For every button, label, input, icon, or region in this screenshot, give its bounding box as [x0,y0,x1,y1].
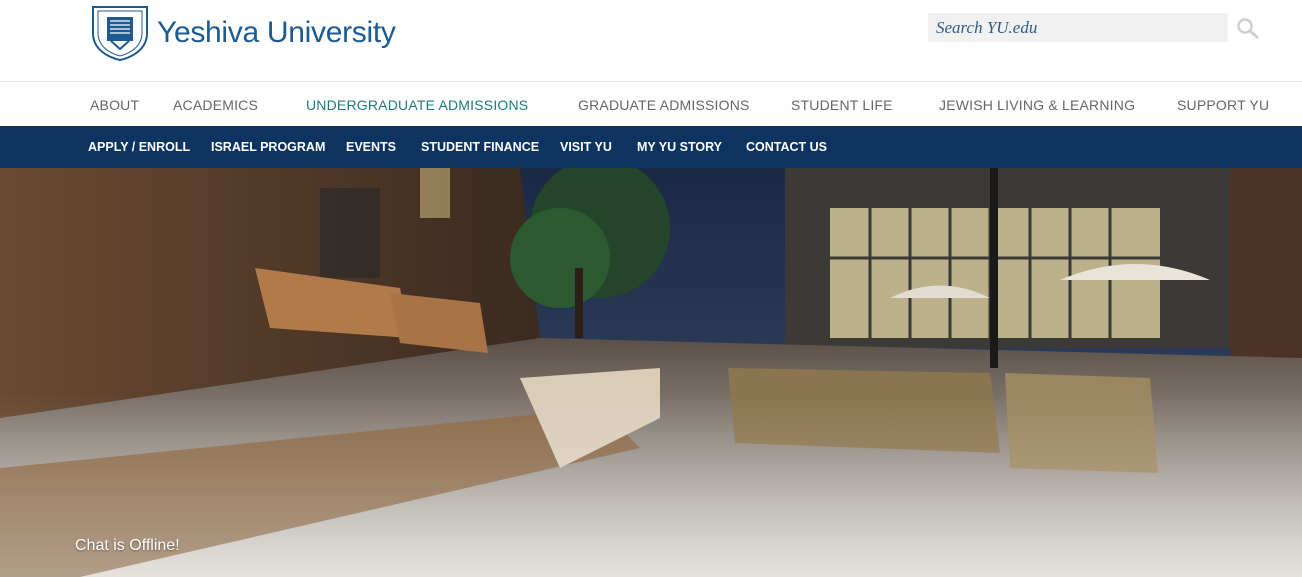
sub-nav: APPLY / ENROLL ISRAEL PROGRAM EVENTS STU… [0,126,1302,168]
subnav-events[interactable]: EVENTS [346,140,396,154]
nav-about[interactable]: ABOUT [90,97,139,113]
chat-status[interactable]: Chat is Offline! [75,537,180,555]
search-icon[interactable] [1236,17,1260,39]
nav-jewish-living-learning[interactable]: JEWISH LIVING & LEARNING [939,97,1135,113]
university-seal-icon [92,6,148,61]
subnav-apply-enroll[interactable]: APPLY / ENROLL [88,140,190,154]
subnav-israel-program[interactable]: ISRAEL PROGRAM [211,140,325,154]
subnav-student-finance[interactable]: STUDENT FINANCE [421,140,539,154]
hero-image: Chat is Offline! [0,168,1302,577]
brand-name: Yeshiva University [157,16,396,49]
nav-graduate-admissions[interactable]: GRADUATE ADMISSIONS [578,97,750,113]
subnav-contact-us[interactable]: CONTACT US [746,140,827,154]
subnav-visit-yu[interactable]: VISIT YU [560,140,612,154]
campus-night-photo [0,168,1302,577]
search-input[interactable] [928,13,1228,42]
nav-undergraduate-admissions[interactable]: UNDERGRADUATE ADMISSIONS [306,97,528,113]
site-header: Yeshiva University [0,0,1302,82]
nav-support-yu[interactable]: SUPPORT YU [1177,97,1269,113]
nav-academics[interactable]: ACADEMICS [173,97,258,113]
site-logo[interactable]: Yeshiva University [89,5,396,61]
subnav-my-yu-story[interactable]: MY YU STORY [637,140,722,154]
main-nav: ABOUT ACADEMICS UNDERGRADUATE ADMISSIONS… [0,82,1302,126]
nav-student-life[interactable]: STUDENT LIFE [791,97,893,113]
